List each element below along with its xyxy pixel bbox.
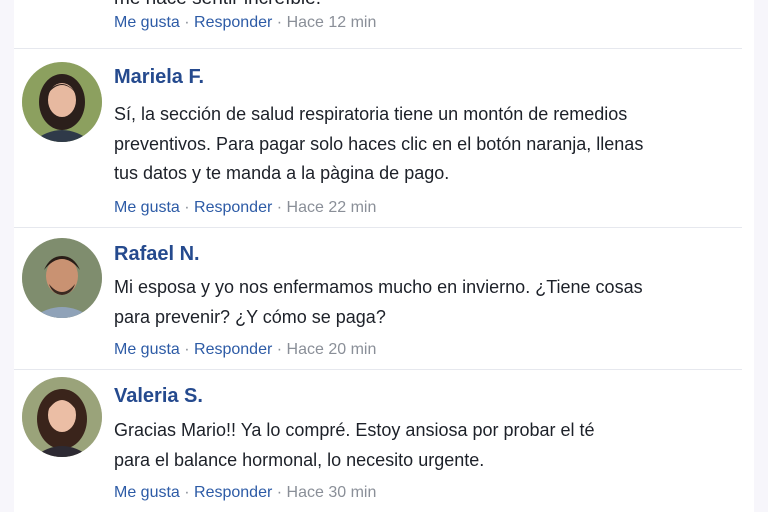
comment-actions: Me gusta · Responder · Hace 22 min — [114, 199, 377, 216]
avatar-photo-man — [22, 238, 102, 318]
avatar[interactable] — [22, 238, 102, 318]
like-link[interactable]: Me gusta — [114, 14, 180, 31]
like-link[interactable]: Me gusta — [114, 341, 180, 358]
reply-link[interactable]: Responder — [194, 484, 272, 501]
reply-link[interactable]: Responder — [194, 199, 272, 216]
comment-text-clipped: me hace sentir increíble. — [114, 0, 321, 10]
timestamp: Hace 20 min — [286, 341, 377, 358]
like-link[interactable]: Me gusta — [114, 199, 180, 216]
reply-link[interactable]: Responder — [194, 14, 272, 31]
comment-actions: Me gusta · Responder · Hace 30 min — [114, 484, 377, 501]
timestamp: Hace 12 min — [286, 14, 377, 31]
like-link[interactable]: Me gusta — [114, 484, 180, 501]
avatar-photo-woman — [22, 62, 102, 142]
timestamp: Hace 30 min — [286, 484, 377, 501]
comment-actions-previous: me hace sentir increíble. Me gusta · Res… — [114, 0, 377, 32]
avatar-photo-woman — [22, 377, 102, 457]
commenter-name[interactable]: Mariela F. — [114, 66, 204, 89]
divider — [14, 227, 742, 228]
commenter-name[interactable]: Valeria S. — [114, 385, 203, 408]
comment-actions: Me gusta · Responder · Hace 20 min — [114, 341, 377, 358]
avatar[interactable] — [22, 62, 102, 142]
reply-link[interactable]: Responder — [194, 341, 272, 358]
comment-feed: me hace sentir increíble. Me gusta · Res… — [14, 0, 754, 512]
comment-text: Mi esposa y yo nos enfermamos mucho en i… — [114, 277, 643, 327]
timestamp: Hace 22 min — [286, 199, 377, 216]
avatar[interactable] — [22, 377, 102, 457]
commenter-name[interactable]: Rafael N. — [114, 243, 200, 266]
comment-text: Gracias Mario!! Ya lo compré. Estoy ansi… — [114, 420, 595, 470]
comment-text: Sí, la sección de salud respiratoria tie… — [114, 104, 644, 183]
divider — [14, 369, 742, 370]
divider — [14, 48, 742, 49]
